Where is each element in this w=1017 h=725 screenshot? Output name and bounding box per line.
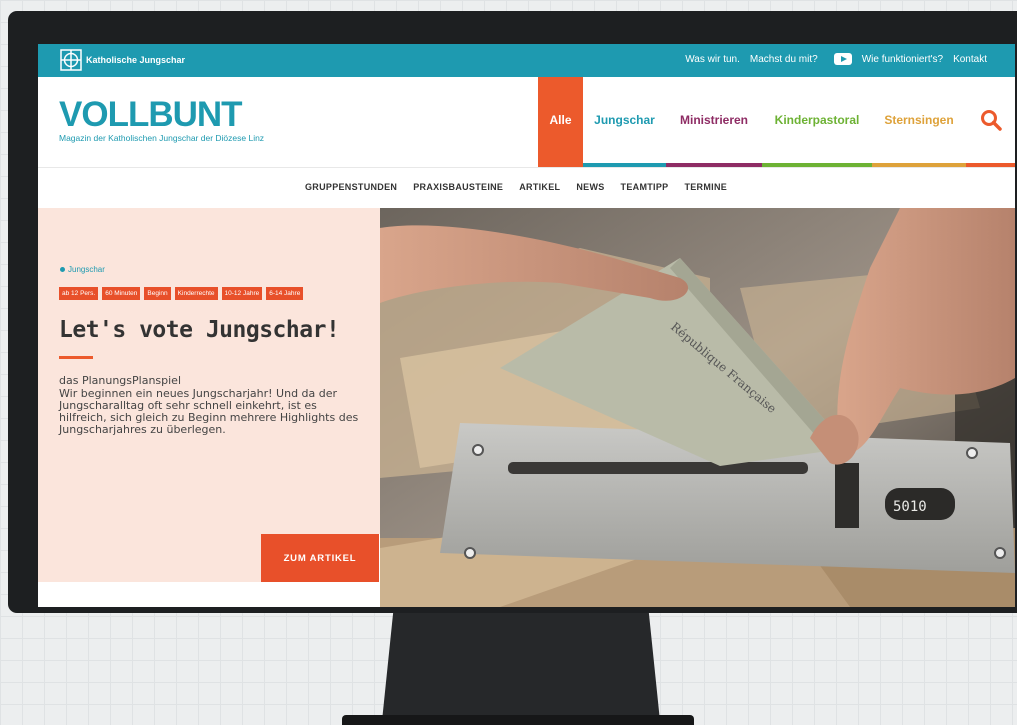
- link-wie-funktionierts[interactable]: Wie funktioniert's?: [862, 54, 943, 65]
- hero-image-ballot-box: 5010 République Française: [380, 208, 1015, 607]
- article-title: Let's vote Jungschar!: [59, 317, 340, 343]
- category-tag[interactable]: Jungschar: [60, 265, 105, 274]
- hero-text-panel: Jungschar ab 12 Pers. 60 Minuten Beginn …: [38, 208, 427, 582]
- title-accent-line: [59, 356, 93, 359]
- top-bar: Katholische Jungschar Was wir tun. Machs…: [38, 44, 1015, 77]
- youtube-icon[interactable]: [833, 53, 852, 65]
- top-links: Was wir tun. Machst du mit? Wie funktion…: [685, 53, 987, 65]
- badge: 6-14 Jahre: [266, 287, 304, 300]
- badge-list: ab 12 Pers. 60 Minuten Beginn Kinderrech…: [59, 287, 304, 300]
- search-button[interactable]: [966, 77, 1015, 167]
- link-machst-du-mit[interactable]: Machst du mit?: [750, 54, 818, 65]
- nav-teamtipp[interactable]: TEAMTIPP: [621, 182, 669, 192]
- vollbunt-logo[interactable]: VOLLBUNT: [59, 95, 243, 135]
- counter-digits: 5010: [893, 499, 927, 515]
- monitor-base: [342, 715, 694, 725]
- nav-gruppenstunden[interactable]: GRUPPENSTUNDEN: [305, 182, 397, 192]
- jungschar-logo-icon: [60, 49, 82, 71]
- monitor-frame: Katholische Jungschar Was wir tun. Machs…: [8, 11, 1017, 613]
- sub-navigation: GRUPPENSTUNDEN PRAXISBAUSTEINE ARTIKEL N…: [38, 167, 1015, 209]
- badge: Kinderrechte: [174, 287, 218, 300]
- badge: 60 Minuten: [102, 287, 141, 300]
- article-description: Wir beginnen ein neues Jungscharjahr! Un…: [59, 387, 359, 436]
- nav-termine[interactable]: TERMINE: [684, 182, 727, 192]
- search-icon: [980, 110, 1002, 131]
- category-kinderpastoral[interactable]: Kinderpastoral: [762, 77, 872, 167]
- badge: Beginn: [144, 287, 171, 300]
- badge: ab 12 Pers.: [59, 287, 99, 300]
- website-screen: Katholische Jungschar Was wir tun. Machs…: [38, 44, 1015, 607]
- badge: 10-12 Jahre: [221, 287, 263, 300]
- category-alle[interactable]: Alle: [538, 77, 583, 167]
- link-was-wir-tun[interactable]: Was wir tun.: [685, 54, 740, 65]
- nav-praxisbausteine[interactable]: PRAXISBAUSTEINE: [413, 182, 503, 192]
- category-nav: Alle Jungschar Ministrieren Kinderpastor…: [538, 77, 1015, 167]
- zum-artikel-button[interactable]: ZUM ARTIKEL: [261, 534, 379, 582]
- panel-bottom-strip: [38, 582, 380, 607]
- link-kontakt[interactable]: Kontakt: [953, 54, 987, 65]
- brand-name: Katholische Jungschar: [86, 55, 186, 65]
- nav-news[interactable]: NEWS: [576, 182, 604, 192]
- monitor-stand: [382, 613, 660, 721]
- brand-link[interactable]: Katholische Jungschar: [60, 49, 185, 71]
- article-subtitle: das PlanungsPlanspiel: [59, 374, 182, 387]
- nav-artikel[interactable]: ARTIKEL: [519, 182, 560, 192]
- logo-tagline: Magazin der Katholischen Jungschar der D…: [59, 133, 265, 143]
- category-jungschar[interactable]: Jungschar: [583, 77, 666, 167]
- category-sternsingen[interactable]: Sternsingen: [872, 77, 966, 167]
- category-ministrieren[interactable]: Ministrieren: [666, 77, 762, 167]
